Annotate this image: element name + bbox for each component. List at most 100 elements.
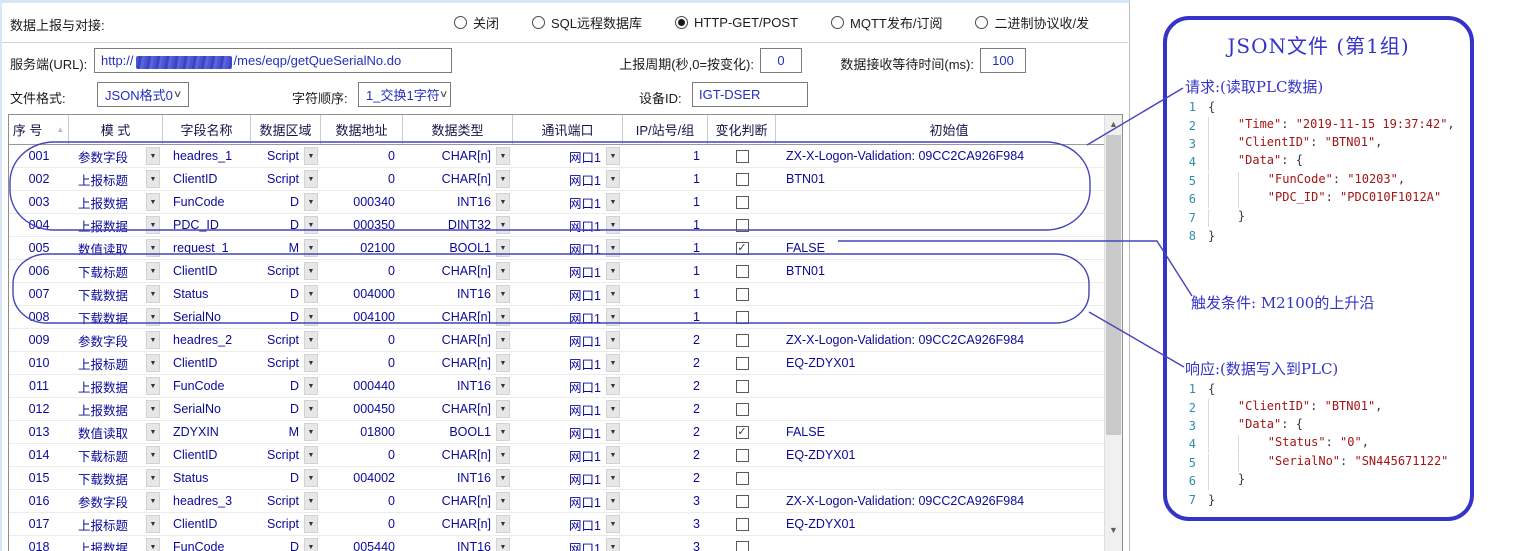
device-id-input[interactable]: IGT-DSER: [692, 82, 808, 107]
dropdown-button-icon[interactable]: ▼: [146, 262, 160, 280]
mode-select[interactable]: 数值读取▼: [69, 237, 163, 260]
sort-asc-icon[interactable]: ▲: [56, 125, 64, 134]
dropdown-button-icon[interactable]: ▼: [146, 239, 160, 257]
dropdown-button-icon[interactable]: ▼: [304, 239, 318, 257]
dropdown-button-icon[interactable]: ▼: [146, 538, 160, 551]
data-area-select[interactable]: Script▼: [251, 513, 321, 536]
table-row[interactable]: 018上报数据▼FunCodeD▼005440INT16▼网口1▼3: [9, 536, 1122, 551]
data-type-select[interactable]: BOOL1▼: [403, 237, 513, 260]
dropdown-button-icon[interactable]: ▼: [606, 446, 620, 464]
mode-select[interactable]: 上报数据▼: [69, 191, 163, 214]
comm-port-select[interactable]: 网口1▼: [513, 283, 623, 306]
comm-port-select[interactable]: 网口1▼: [513, 421, 623, 444]
change-checkbox[interactable]: [736, 265, 749, 278]
dropdown-button-icon[interactable]: ▼: [304, 492, 318, 510]
table-row[interactable]: 015下载数据▼StatusD▼004002INT16▼网口1▼2: [9, 467, 1122, 490]
data-type-select[interactable]: BOOL1▼: [403, 421, 513, 444]
table-row[interactable]: 005数值读取▼request_1M▼02100BOOL1▼网口1▼1✓FALS…: [9, 237, 1122, 260]
data-type-select[interactable]: INT16▼: [403, 283, 513, 306]
dropdown-button-icon[interactable]: ▼: [146, 308, 160, 326]
change-checkbox[interactable]: [736, 357, 749, 370]
comm-port-select[interactable]: 网口1▼: [513, 536, 623, 551]
dropdown-button-icon[interactable]: ▼: [146, 423, 160, 441]
dropdown-button-icon[interactable]: ▼: [496, 538, 510, 551]
dropdown-button-icon[interactable]: ▼: [304, 308, 318, 326]
vertical-scrollbar[interactable]: ▲ ▼: [1104, 115, 1122, 551]
mode-select[interactable]: 上报数据▼: [69, 398, 163, 421]
dropdown-button-icon[interactable]: ▼: [606, 193, 620, 211]
dropdown-button-icon[interactable]: ▼: [496, 147, 510, 165]
table-row[interactable]: 017上报标题▼ClientIDScript▼0CHAR[n]▼网口1▼3EQ-…: [9, 513, 1122, 536]
comm-port-select[interactable]: 网口1▼: [513, 444, 623, 467]
dropdown-button-icon[interactable]: ▼: [304, 446, 318, 464]
mode-select[interactable]: 下载标题▼: [69, 260, 163, 283]
dropdown-button-icon[interactable]: ▼: [496, 354, 510, 372]
comm-port-select[interactable]: 网口1▼: [513, 352, 623, 375]
data-type-select[interactable]: INT16▼: [403, 467, 513, 490]
change-checkbox[interactable]: [736, 196, 749, 209]
data-type-select[interactable]: CHAR[n]▼: [403, 352, 513, 375]
column-header-dtype[interactable]: 数据类型: [403, 115, 513, 144]
table-row[interactable]: 012上报数据▼SerialNoD▼000450CHAR[n]▼网口1▼2: [9, 398, 1122, 421]
dropdown-button-icon[interactable]: ▼: [496, 262, 510, 280]
dropdown-button-icon[interactable]: ▼: [146, 147, 160, 165]
comm-port-select[interactable]: 网口1▼: [513, 513, 623, 536]
dropdown-button-icon[interactable]: ▼: [606, 262, 620, 280]
change-checkbox[interactable]: [736, 495, 749, 508]
dropdown-button-icon[interactable]: ▼: [304, 170, 318, 188]
change-checkbox[interactable]: ✓: [736, 426, 749, 439]
table-row[interactable]: 010上报标题▼ClientIDScript▼0CHAR[n]▼网口1▼2EQ-…: [9, 352, 1122, 375]
dropdown-button-icon[interactable]: ▼: [496, 446, 510, 464]
mode-select[interactable]: 下载标题▼: [69, 444, 163, 467]
change-checkbox[interactable]: [736, 288, 749, 301]
dropdown-button-icon[interactable]: ▼: [606, 400, 620, 418]
dropdown-button-icon[interactable]: ▼: [606, 515, 620, 533]
data-area-select[interactable]: Script▼: [251, 260, 321, 283]
dropdown-button-icon[interactable]: ▼: [606, 308, 620, 326]
change-checkbox[interactable]: [736, 311, 749, 324]
dropdown-button-icon[interactable]: ▼: [146, 354, 160, 372]
dropdown-button-icon[interactable]: ▼: [606, 377, 620, 395]
dropdown-button-icon[interactable]: ▼: [146, 400, 160, 418]
radio-icon[interactable]: [675, 16, 688, 29]
comm-port-select[interactable]: 网口1▼: [513, 191, 623, 214]
comm-port-select[interactable]: 网口1▼: [513, 168, 623, 191]
dropdown-button-icon[interactable]: ▼: [146, 469, 160, 487]
data-type-select[interactable]: CHAR[n]▼: [403, 398, 513, 421]
dropdown-button-icon[interactable]: ▼: [606, 170, 620, 188]
change-checkbox[interactable]: [736, 334, 749, 347]
dropdown-button-icon[interactable]: ▼: [606, 492, 620, 510]
change-checkbox[interactable]: [736, 173, 749, 186]
data-area-select[interactable]: Script▼: [251, 329, 321, 352]
dropdown-button-icon[interactable]: ▼: [606, 216, 620, 234]
dropdown-button-icon[interactable]: ▼: [146, 446, 160, 464]
data-area-select[interactable]: M▼: [251, 237, 321, 260]
data-area-select[interactable]: Script▼: [251, 352, 321, 375]
dropdown-button-icon[interactable]: ▼: [146, 331, 160, 349]
dropdown-button-icon[interactable]: ▼: [496, 377, 510, 395]
change-checkbox[interactable]: [736, 541, 749, 551]
data-area-select[interactable]: D▼: [251, 536, 321, 551]
data-type-select[interactable]: INT16▼: [403, 375, 513, 398]
dropdown-button-icon[interactable]: ▼: [304, 262, 318, 280]
column-header-seq[interactable]: 序 号▲: [9, 115, 69, 144]
data-area-select[interactable]: Script▼: [251, 168, 321, 191]
dropdown-button-icon[interactable]: ▼: [146, 492, 160, 510]
data-type-select[interactable]: CHAR[n]▼: [403, 168, 513, 191]
dropdown-button-icon[interactable]: ▼: [304, 515, 318, 533]
data-type-select[interactable]: INT16▼: [403, 191, 513, 214]
data-area-select[interactable]: D▼: [251, 283, 321, 306]
change-checkbox[interactable]: [736, 518, 749, 531]
mode-select[interactable]: 上报数据▼: [69, 536, 163, 551]
table-row[interactable]: 003上报数据▼FunCodeD▼000340INT16▼网口1▼1: [9, 191, 1122, 214]
comm-port-select[interactable]: 网口1▼: [513, 145, 623, 168]
comm-port-select[interactable]: 网口1▼: [513, 260, 623, 283]
data-type-select[interactable]: CHAR[n]▼: [403, 490, 513, 513]
table-row[interactable]: 001参数字段▼headres_1Script▼0CHAR[n]▼网口1▼1ZX…: [9, 145, 1122, 168]
radio-option-4[interactable]: 二进制协议收/发: [975, 13, 1089, 32]
data-type-select[interactable]: CHAR[n]▼: [403, 306, 513, 329]
dropdown-button-icon[interactable]: ▼: [496, 469, 510, 487]
data-area-select[interactable]: D▼: [251, 191, 321, 214]
mode-select[interactable]: 上报标题▼: [69, 352, 163, 375]
table-row[interactable]: 002上报标题▼ClientIDScript▼0CHAR[n]▼网口1▼1BTN…: [9, 168, 1122, 191]
